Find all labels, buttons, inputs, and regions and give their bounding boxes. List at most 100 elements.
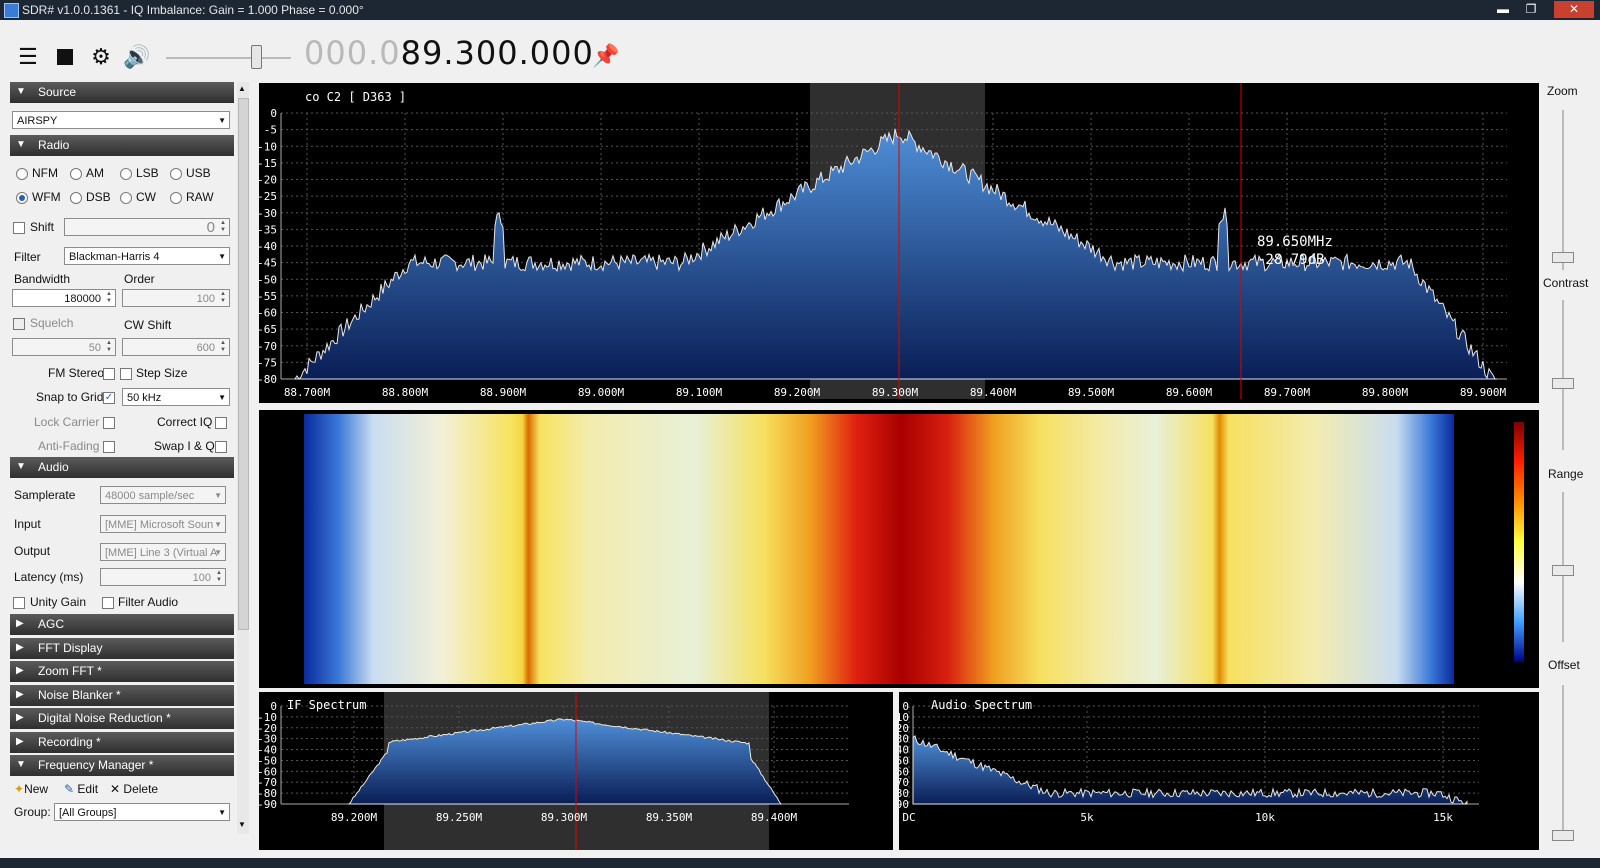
cw-shift-input[interactable]: 600 ▲ ▼ [122,338,230,356]
latency-input[interactable]: 100 ▲ ▼ [100,568,226,586]
section-audio[interactable]: ▼ Audio [10,457,234,478]
section-digital-noise-reduction[interactable]: ▶ Digital Noise Reduction * [10,708,234,729]
source-device-select[interactable]: AIRSPY ▼ [12,111,230,129]
section-label: Zoom FFT * [38,664,102,678]
main-spectrum[interactable]: co C2 [ D363 ] 89.650MHz -28.79dB 0 -5 -10… [259,83,1539,403]
samplerate-select[interactable]: 48000 sample/sec ▼ [100,486,226,504]
section-fft-display[interactable]: ▶ FFT Display [10,638,234,659]
filter-select[interactable]: Blackman-Harris 4 ▼ [64,247,230,265]
step-size-checkbox[interactable] [120,368,132,380]
if-spectrum[interactable]: IF Spectrum 0-10-20-30-40-50-60-70-80-90… [259,692,893,850]
spinner-icon[interactable]: ▲ ▼ [218,220,228,234]
dropdown-arrow-icon: ▼ [214,491,222,500]
volume-slider-thumb[interactable] [251,45,262,69]
squelch-checkbox[interactable] [13,318,25,330]
filter-audio-label: Filter Audio [118,595,179,609]
x-tick-label: 10k [1255,811,1275,824]
section-zoom-fft[interactable]: ▶ Zoom FFT * [10,661,234,682]
edit-button[interactable]: ✎ Edit [64,782,98,796]
expand-arrow-icon: ▶ [16,642,24,653]
section-noise-blanker[interactable]: ▶ Noise Blanker * [10,685,234,706]
x-tick-label: 89.300M [541,811,588,824]
mode-dsb-radio[interactable] [70,192,82,204]
menu-icon[interactable]: ☰ [15,44,41,70]
expand-arrow-icon: ▶ [16,736,24,747]
mode-cw-radio[interactable] [120,192,132,204]
mode-wfm-radio[interactable] [16,192,28,204]
stop-icon[interactable] [52,44,78,70]
anti-fading-checkbox[interactable] [103,441,115,453]
spinner-icon[interactable]: ▲ ▼ [104,291,114,305]
gear-icon[interactable]: ⚙ [88,44,114,70]
group-select[interactable]: [All Groups] ▼ [54,803,230,821]
offset-slider-thumb[interactable] [1552,830,1574,841]
frequency-main: 89.300.000 [400,34,594,72]
x-tick-label: 89.400M [970,386,1017,399]
section-label: Frequency Manager * [38,758,154,772]
audio-input-select[interactable]: [MME] Microsoft Soun ▼ [100,515,226,533]
minimize-button[interactable]: ▬ [1490,1,1516,18]
scrollbar-thumb[interactable] [238,98,249,630]
mode-lsb-label: LSB [136,166,159,180]
y-tick-label: -70 [259,340,277,353]
audio-output-select[interactable]: [MME] Line 3 (Virtual A ▼ [100,543,226,561]
close-button[interactable]: ✕ [1554,1,1594,18]
zoom-slider-track[interactable] [1562,110,1564,270]
new-button[interactable]: ✦New [14,782,48,796]
y-tick-label: -80 [259,373,277,386]
swap-iq-checkbox[interactable] [215,441,227,453]
section-recording[interactable]: ▶ Recording * [10,732,234,753]
mode-lsb-radio[interactable] [120,168,132,180]
mode-am-radio[interactable] [70,168,82,180]
mode-raw-radio[interactable] [170,192,182,204]
correct-iq-checkbox[interactable] [215,417,227,429]
volume-slider-track[interactable] [166,57,291,59]
zoom-slider-thumb[interactable] [1552,252,1574,263]
contrast-slider-thumb[interactable] [1552,378,1574,389]
title-bar: SDR# v1.0.0.1361 - IQ Imbalance: Gain = … [0,0,1600,20]
waterfall-image [304,414,1454,684]
mode-usb-radio[interactable] [170,168,182,180]
speaker-icon[interactable]: 🔊 [123,44,150,70]
scroll-down-icon[interactable]: ▼ [238,820,246,829]
delete-button[interactable]: ✕ Delete [110,782,158,796]
bandwidth-input[interactable]: 180000 ▲ ▼ [12,289,116,307]
y-tick-label: -75 [259,356,277,369]
snap-to-grid-checkbox[interactable]: ✓ [103,392,115,404]
spinner-icon[interactable]: ▲ ▼ [104,340,114,354]
spinner-icon[interactable]: ▲ ▼ [214,570,224,584]
unity-gain-checkbox[interactable] [13,597,25,609]
lock-carrier-checkbox[interactable] [103,417,115,429]
x-tick-label: 89.800M [1362,386,1409,399]
scroll-up-icon[interactable]: ▲ [238,84,246,93]
mode-nfm-radio[interactable] [16,168,28,180]
y-tick-label: -40 [259,240,277,253]
audio-spectrum[interactable]: Audio Spectrum 0-10-20-30-40-50-60-70-80… [899,692,1539,850]
restore-button[interactable]: ❐ [1518,1,1544,18]
waterfall[interactable] [259,410,1539,688]
contrast-slider-track[interactable] [1562,300,1564,450]
squelch-input[interactable]: 50 ▲ ▼ [12,338,116,356]
section-agc[interactable]: ▶ AGC [10,614,234,635]
section-frequency-manager[interactable]: ▼ Frequency Manager * [10,755,234,776]
offset-slider-track[interactable] [1562,685,1564,840]
shift-checkbox[interactable] [13,222,25,234]
section-label: Radio [38,138,70,152]
pin-icon[interactable]: 📌 [592,43,619,69]
order-input[interactable]: 100 ▲ ▼ [122,289,230,307]
section-radio[interactable]: ▼ Radio [10,135,234,156]
filter-audio-checkbox[interactable] [102,597,114,609]
x-tick-label: 89.100M [676,386,723,399]
taskbar [0,858,1600,868]
frequency-display[interactable]: 000.089.300.000 [304,34,594,72]
spinner-icon[interactable]: ▲ ▼ [218,340,228,354]
fm-stereo-checkbox[interactable] [103,368,115,380]
step-size-select[interactable]: 50 kHz ▼ [122,388,230,406]
settings-scrollbar[interactable]: ▲ ▼ [237,82,249,834]
spinner-icon[interactable]: ▲ ▼ [218,291,228,305]
range-slider-thumb[interactable] [1552,565,1574,576]
y-tick-label: -90 [899,798,909,811]
shift-input[interactable]: 0 ▲ ▼ [64,218,230,236]
section-source[interactable]: ▼ Source [10,82,234,103]
new-icon: ✦ [14,782,25,796]
